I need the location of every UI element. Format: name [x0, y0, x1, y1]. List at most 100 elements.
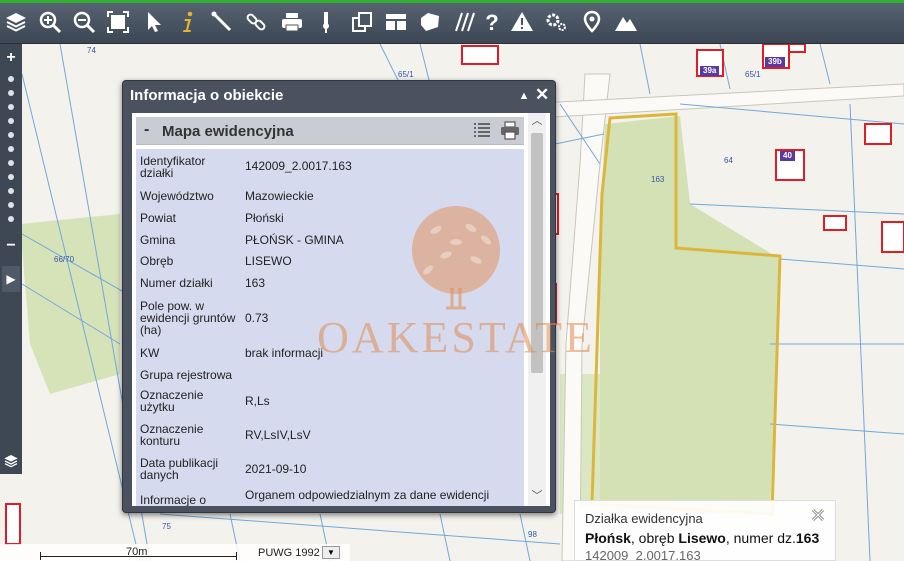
scrollbar[interactable]: ︿ ﹀ — [528, 113, 546, 506]
zoom-level-dot[interactable] — [8, 132, 14, 138]
help-icon[interactable]: ? — [478, 8, 506, 36]
crs-dropdown-icon[interactable]: ▼ — [322, 546, 340, 559]
attribute-value: 2021-09-10 — [245, 462, 307, 476]
location-icon[interactable] — [578, 8, 606, 36]
zoom-level-dot[interactable] — [8, 146, 14, 152]
zoom-level-dot[interactable] — [8, 90, 14, 96]
attribute-value: 163 — [245, 276, 266, 290]
attribute-value: PŁOŃSK - GMINA — [245, 233, 344, 247]
attribute-value: RV,LsIV,LsV — [245, 428, 311, 442]
scale-bar-area: 70m PUWG 1992 ▼ — [0, 544, 350, 561]
attribute-key: Data publikacji danych — [140, 456, 219, 482]
attribute-key: KW — [140, 346, 160, 360]
list-icon[interactable] — [474, 122, 490, 139]
info-icon[interactable] — [174, 8, 202, 36]
section-header: - Mapa ewidencyjna — [136, 117, 524, 145]
settings-icon[interactable] — [542, 8, 570, 36]
attribute-value: 142009_2.0017.163 — [245, 159, 352, 173]
attribute-value: LISEWO — [245, 254, 292, 268]
attribute-value: 0.73 — [245, 311, 269, 325]
map-label: 64 — [724, 156, 733, 165]
map-label: 65/1 — [745, 70, 761, 79]
attribute-key: Oznaczenie użytku — [140, 388, 204, 414]
zoom-level-dot[interactable] — [8, 104, 14, 110]
attribute-key: Oznaczenie konturu — [140, 422, 204, 448]
coordinate-system-label: PUWG 1992 — [258, 547, 320, 559]
attribute-key: Pole pow. w ewidencji gruntów (ha) — [140, 299, 236, 337]
building-tag: 40 — [780, 151, 795, 161]
attribute-key: Województwo — [140, 189, 214, 203]
scale-tick — [236, 552, 237, 560]
attribute-table: Identyfikator działki 142009_2.0017.163 … — [136, 149, 524, 506]
copy-icon[interactable] — [348, 8, 376, 36]
pin-icon[interactable] — [312, 8, 340, 36]
svg-text:?: ? — [485, 10, 498, 34]
warning-icon[interactable] — [508, 8, 536, 36]
popup-close-icon[interactable] — [809, 507, 827, 525]
popup-number: 163 — [795, 530, 820, 546]
map-label: 66/70 — [54, 255, 75, 264]
parcel-tooltip: Działka ewidencyjna Płońsk, obręb Lisewo… — [574, 500, 836, 561]
measure-icon[interactable] — [208, 8, 236, 36]
popup-separator: , numer dz. — [725, 530, 796, 546]
expand-panel-arrow-icon[interactable]: ▶ — [2, 266, 20, 292]
zoom-level-dot[interactable] — [8, 188, 14, 194]
zoom-level-dot[interactable] — [8, 174, 14, 180]
popup-separator: , obręb — [630, 530, 679, 546]
section-collapse-toggle[interactable]: - — [144, 121, 149, 139]
layout-icon[interactable] — [382, 8, 410, 36]
attribute-value: brak informacji — [245, 346, 324, 360]
zoom-in-icon[interactable] — [36, 8, 64, 36]
popup-district: Lisewo — [678, 530, 726, 546]
building-tag: 39b — [765, 57, 785, 67]
top-accent-strip — [0, 0, 904, 3]
layers-panel-icon[interactable] — [0, 448, 22, 474]
attribute-key: Grupa rejestrowa — [140, 368, 233, 382]
print-icon[interactable] — [278, 8, 306, 36]
minimize-icon[interactable]: ▲ — [517, 89, 531, 103]
zoom-level-dot[interactable] — [8, 216, 14, 222]
popup-heading: Działka ewidencyjna — [585, 511, 703, 526]
attribute-key: Identyfikator działki — [140, 154, 206, 180]
popup-parcel-id: 142009_2.0017.163 — [585, 548, 701, 561]
attribute-key: Gmina — [140, 233, 176, 247]
attribute-value: Organem odpowiedzialnym za dane ewidencj… — [245, 488, 490, 502]
scroll-up-icon[interactable]: ︿ — [530, 115, 544, 127]
map-label: 65/1 — [398, 70, 414, 79]
zoom-extent-icon[interactable] — [104, 8, 132, 36]
attribute-value: Płoński — [245, 211, 284, 225]
zoom-level-dot[interactable] — [8, 118, 14, 124]
zoom-out-icon[interactable] — [70, 8, 98, 36]
pointer-icon[interactable] — [140, 8, 168, 36]
map-label: 163 — [651, 175, 665, 184]
nav-zoom-in-icon[interactable]: + — [3, 50, 19, 66]
left-navigation-bar: + − ▶ — [0, 44, 22, 474]
building-tag: 39a — [700, 66, 720, 76]
hatch-icon[interactable] — [450, 8, 478, 36]
scroll-thumb[interactable] — [531, 133, 543, 373]
map-label: 98 — [528, 530, 537, 539]
print-icon[interactable] — [500, 121, 520, 140]
object-info-window: Informacja o obiekcie ▲ ✕ - Mapa ewidenc… — [122, 80, 556, 513]
zoom-level-dot[interactable] — [8, 160, 14, 166]
link-icon[interactable] — [242, 8, 270, 36]
shape-icon[interactable] — [416, 8, 444, 36]
popup-description: Płońsk, obręb Lisewo, numer dz.163 — [585, 530, 819, 546]
attribute-key: Informacje o — [140, 493, 207, 506]
top-toolbar: ? — [0, 0, 904, 44]
attribute-key: Powiat — [140, 211, 177, 225]
nav-zoom-out-icon[interactable]: − — [3, 238, 19, 254]
close-icon[interactable]: ✕ — [535, 86, 549, 103]
zoom-level-dot[interactable] — [8, 76, 14, 82]
attribute-key: Numer działki — [140, 276, 213, 290]
scale-line — [40, 556, 236, 557]
scroll-down-icon[interactable]: ﹀ — [530, 490, 544, 502]
attribute-value: Mazowieckie — [245, 189, 314, 203]
info-window-body: - Mapa ewidencyjna Identyfikator działki… — [132, 113, 550, 506]
terrain-icon[interactable] — [612, 8, 640, 36]
popup-town: Płońsk — [585, 530, 631, 546]
attribute-value: R,Ls — [245, 394, 270, 408]
attribute-key: Obręb — [140, 254, 174, 268]
zoom-level-dot[interactable] — [8, 202, 14, 208]
layers-icon[interactable] — [2, 8, 30, 36]
